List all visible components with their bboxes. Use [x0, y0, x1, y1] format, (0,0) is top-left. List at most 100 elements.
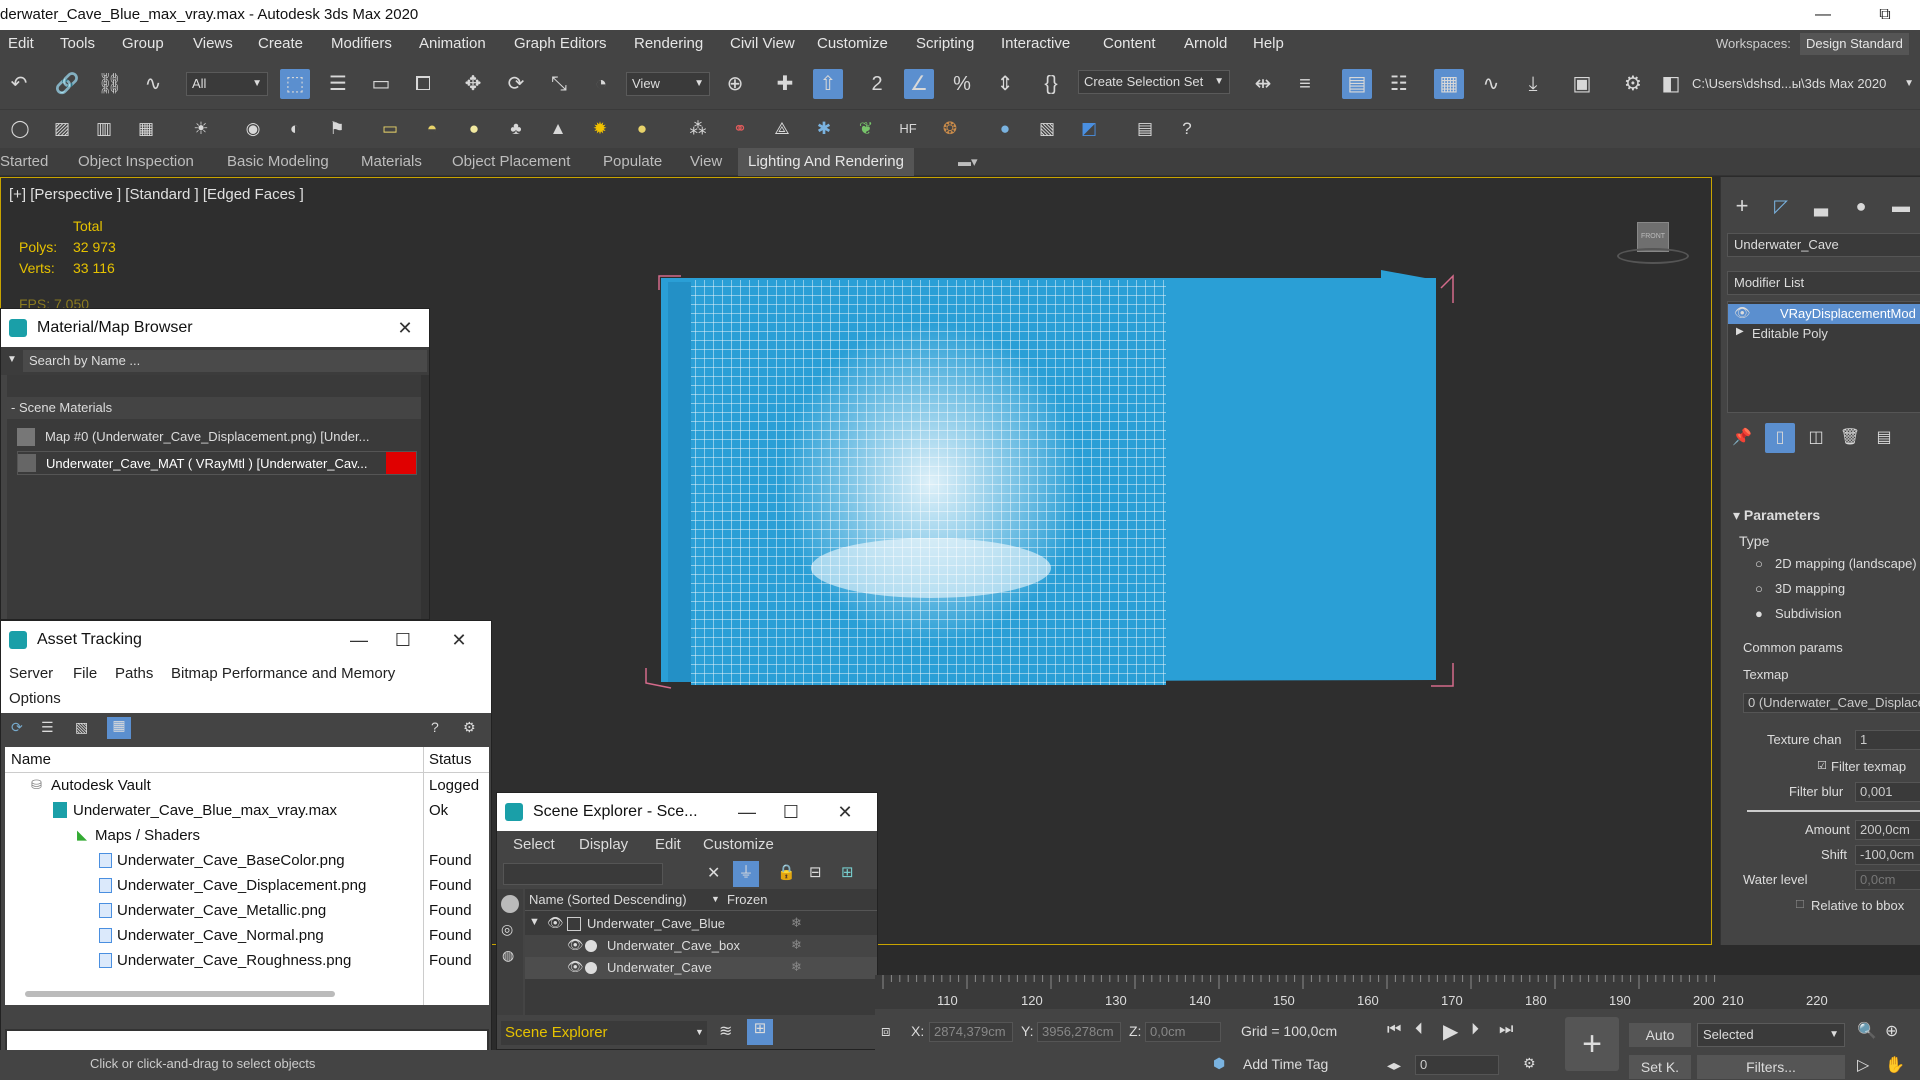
pin-stack-icon[interactable]: 📌 — [1727, 423, 1757, 453]
auto-key-button[interactable]: Auto — [1629, 1023, 1691, 1047]
expand-icon[interactable]: ▶ — [1736, 326, 1744, 337]
lock-icon[interactable]: 🔒 — [777, 863, 796, 881]
minimize-button[interactable]: — — [727, 793, 767, 831]
tab-object-inspection[interactable]: Object Inspection — [78, 148, 194, 176]
proxy-icon[interactable]: ⁂ — [683, 114, 713, 144]
select-by-name-icon[interactable]: ☰ — [323, 69, 353, 99]
tree-row[interactable]: 👁 Underwater_Cave_box ❄ — [525, 935, 877, 957]
layers-icon[interactable]: ≋ — [719, 1021, 732, 1041]
z-coordinate-input[interactable]: 0,0cm — [1145, 1022, 1221, 1042]
schematic-view-icon[interactable]: ⤓ — [1518, 69, 1548, 99]
sort-by-hierarchy-icon[interactable]: ⊞ — [747, 1019, 773, 1045]
help-icon[interactable]: ? — [1172, 114, 1202, 144]
material-browser-titlebar[interactable]: Material/Map Browser ✕ — [1, 309, 429, 347]
key-mode-icon[interactable]: ◂▸ — [1387, 1057, 1401, 1074]
spinner-snap-icon[interactable]: ⇕ — [990, 69, 1020, 99]
refresh-icon[interactable]: ⟳ — [11, 719, 23, 736]
tab-lighting-and-rendering[interactable]: Lighting And Rendering — [738, 148, 914, 176]
light-lister-icon[interactable]: ☀ — [186, 114, 216, 144]
display-none-icon[interactable] — [501, 895, 519, 913]
unlink-icon[interactable]: ⛓ — [95, 69, 125, 99]
menu-arnold[interactable]: Arnold — [1184, 30, 1227, 58]
configure-modifier-sets-icon[interactable]: ▤ — [1869, 423, 1899, 453]
type-2d-mapping-radio[interactable]: ○ — [1755, 556, 1763, 571]
object-name-field[interactable]: Underwater_Cave — [1727, 233, 1920, 257]
scene-search-input[interactable] — [503, 863, 663, 885]
amount-spinner[interactable]: 200,0cm — [1855, 820, 1920, 840]
ambient-light-icon[interactable]: ● — [627, 114, 657, 144]
display-geometry-icon[interactable]: ◎ — [501, 921, 513, 938]
scene-explorer-toggle-icon[interactable]: ▤ — [1342, 69, 1372, 99]
column-header-frozen[interactable]: Frozen — [727, 892, 767, 907]
camera-icon[interactable]: ◉ — [238, 114, 268, 144]
menu-paths[interactable]: Paths — [115, 665, 153, 682]
menu-options[interactable]: Options — [9, 690, 61, 707]
collapse-arrow-icon[interactable]: ▼ — [529, 916, 540, 928]
vray-icon[interactable]: ⚑ — [322, 114, 352, 144]
remove-modifier-icon[interactable]: 🗑 — [1835, 423, 1865, 453]
filter-blur-spinner[interactable]: 0,001 — [1855, 782, 1920, 802]
material-search-input[interactable]: Search by Name ... — [23, 350, 427, 372]
table-icon[interactable]: ▦ — [131, 114, 161, 144]
menu-tools[interactable]: Tools — [60, 30, 95, 58]
display-panel-icon[interactable]: ▬ — [1886, 191, 1916, 221]
time-tag-icon[interactable]: ⬢ — [1213, 1055, 1225, 1072]
menu-create[interactable]: Create — [258, 30, 303, 58]
scene-materials-header[interactable]: - Scene Materials — [7, 397, 421, 419]
menu-rendering[interactable]: Rendering — [634, 30, 703, 58]
render-frame-icon[interactable]: ◧ — [1656, 69, 1686, 99]
plane-icon[interactable]: ⟁ — [767, 114, 797, 144]
table-row[interactable]: ◣ Maps / Shaders — [5, 823, 489, 848]
shift-spinner[interactable]: -100,0cm — [1855, 845, 1920, 865]
edit-named-selection-icon[interactable]: {} — [1036, 69, 1066, 99]
project-folder-dropdown[interactable]: C:\Users\dshsd...ы\3ds Max 2020 ▼ — [1686, 72, 1920, 96]
undo-icon[interactable]: ↶ — [4, 69, 34, 99]
grass-icon[interactable]: ❦ — [851, 114, 881, 144]
menu-edit[interactable]: Edit — [655, 836, 681, 853]
type-3d-mapping-radio[interactable]: ○ — [1755, 581, 1763, 596]
menu-server[interactable]: Server — [9, 665, 53, 682]
menu-help[interactable]: Help — [1253, 30, 1284, 58]
tree-row[interactable]: ▼ 👁 Underwater_Cave_Blue ❄ — [525, 913, 877, 935]
thumbnail-view-icon[interactable]: ▧ — [75, 719, 88, 736]
tab-populate[interactable]: Populate — [603, 148, 662, 176]
menu-views[interactable]: Views — [193, 30, 233, 58]
material-library-icon[interactable]: ▧ — [1032, 114, 1062, 144]
percent-snap-icon[interactable]: % — [947, 69, 977, 99]
menu-civil-view[interactable]: Civil View — [730, 30, 795, 58]
visibility-eye-icon[interactable]: 👁 — [567, 959, 584, 975]
hierarchy-panel-icon[interactable]: ▃ — [1806, 191, 1836, 221]
mesh-light-icon[interactable]: ♣ — [501, 114, 531, 144]
align-icon[interactable]: ≡ — [1290, 69, 1320, 99]
curve-editor-icon[interactable]: ∿ — [1476, 69, 1506, 99]
sphere-light-icon[interactable]: ● — [459, 114, 489, 144]
viewcube-compass-ring[interactable] — [1617, 248, 1689, 264]
go-to-start-icon[interactable]: ⏮ — [1387, 1021, 1401, 1039]
minimize-button[interactable]: — — [1800, 0, 1846, 30]
next-frame-icon[interactable]: ⏵ — [1471, 1021, 1479, 1039]
frame-buffer-icon[interactable]: ◩ — [1074, 114, 1104, 144]
tab-view[interactable]: View — [690, 148, 722, 176]
rotate-icon[interactable]: ⟳ — [501, 69, 531, 99]
freeze-icon[interactable]: ❄ — [791, 915, 802, 931]
set-key-button[interactable]: + — [1565, 1017, 1619, 1071]
freeze-icon[interactable]: ❄ — [791, 959, 802, 975]
pan-icon[interactable]: ✋ — [1885, 1055, 1905, 1075]
fur-icon[interactable]: ⚭ — [725, 114, 755, 144]
workspace-dropdown[interactable]: Design Standard — [1800, 33, 1909, 55]
current-frame-input[interactable]: 0 — [1415, 1055, 1499, 1075]
hf-icon[interactable]: HF — [893, 114, 923, 144]
freeze-icon[interactable]: ❄ — [791, 937, 802, 953]
modify-panel-icon[interactable]: ◸ — [1766, 191, 1796, 221]
link-icon[interactable]: 🔗 — [52, 69, 82, 99]
type-subdivision-radio[interactable]: ● — [1755, 606, 1763, 621]
vray-settings-icon[interactable]: ▤ — [1130, 114, 1160, 144]
menu-display[interactable]: Display — [579, 836, 628, 853]
relative-bbox-checkbox[interactable]: ☐ — [1795, 898, 1805, 911]
named-selection-dropdown[interactable]: Create Selection Set ▼ — [1078, 70, 1230, 94]
close-button[interactable]: ✕ — [385, 309, 425, 347]
go-to-end-icon[interactable]: ⏭ — [1499, 1021, 1513, 1039]
selection-set-dropdown[interactable]: Selected ▼ — [1697, 1023, 1845, 1047]
menu-scripting[interactable]: Scripting — [916, 30, 974, 58]
list-view-icon[interactable]: ☰ — [41, 719, 54, 736]
